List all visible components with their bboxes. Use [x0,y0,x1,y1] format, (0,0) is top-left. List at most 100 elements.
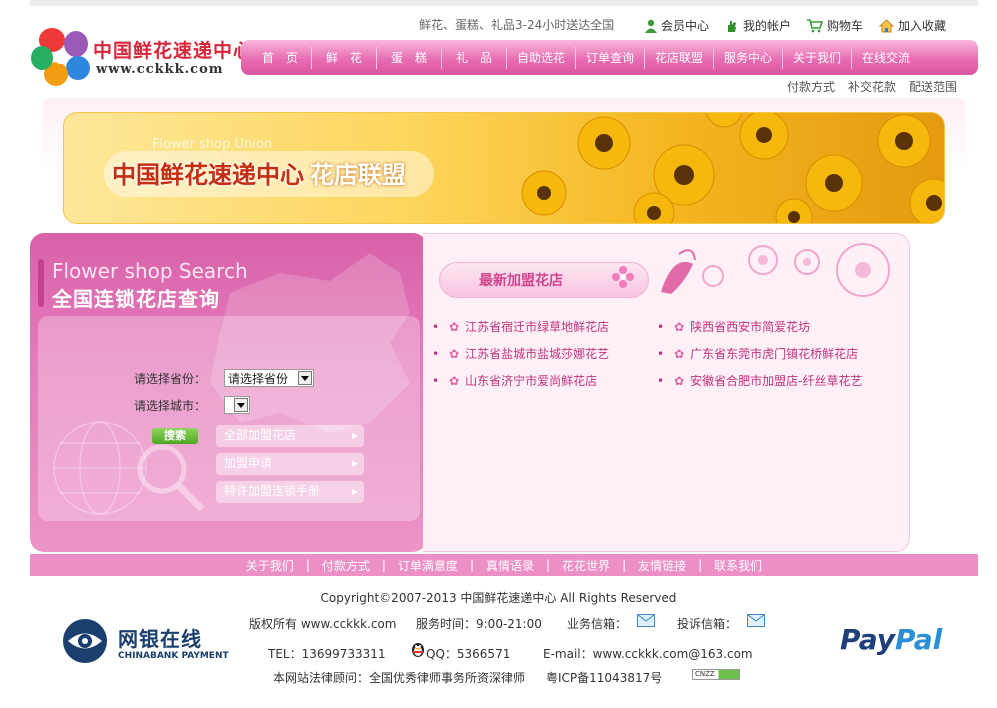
nav-cakes[interactable]: 蛋 糕 [377,47,441,69]
paypal-text-pal: Pal [895,623,943,656]
city-select[interactable] [224,396,250,414]
qq-penguin-icon[interactable] [410,641,426,657]
chinabank-text-cn: 网银在线 [118,627,202,651]
footer-friend-links[interactable]: 友情链接 [638,557,686,574]
footer-divider: | [469,558,474,572]
subnav-payment[interactable]: 付款方式 [787,78,835,95]
footer-about-us[interactable]: 关于我们 [246,557,294,574]
nav-service-center[interactable]: 服务中心 [714,47,782,69]
nav-home[interactable]: 首 页 [249,47,311,69]
join-application-link[interactable]: 加盟申请 [216,453,364,475]
member-shop-item[interactable]: • ✿ 山东省济宁市爱尚鲜花店 [432,372,597,389]
member-shop-item[interactable]: • ✿ 江苏省盐城市盐城莎娜花艺 [432,345,609,362]
nav-about-us[interactable]: 关于我们 [783,47,851,69]
copyright: Copyright©2007-2013 中国鲜花速递中心 All Rights … [320,591,677,605]
search-title-en: Flower shop Search [52,259,248,283]
cnzz-stats-badge[interactable]: CNZZ [692,669,740,680]
footer-nav: 关于我们 | 付款方式 | 订单满意度 | 真情语录 | 花花世界 | 友情链接 | 联系我… [30,554,978,576]
footer-divider: | [698,558,703,572]
member-shop-item[interactable]: • ✿ 江苏省宿迁市绿草地鲜花店 [432,318,609,335]
franchise-manual-link[interactable]: 特许加盟连锁手册 [216,481,364,503]
top-strip [30,0,978,6]
nav-order-query[interactable]: 订单查询 [576,47,644,69]
flower-bullet-icon: ✿ [449,347,460,361]
city-label: 请选择城市： [134,399,207,413]
service-hours: 服务时间：9:00-21:00 [416,617,542,631]
union-banner: Flower shop Union 中国鲜花速递中心 花店联盟 [63,112,945,224]
banner-title-en: Flower shop Union [152,137,273,152]
footer-flower-world[interactable]: 花花世界 [562,557,610,574]
bullet: • [432,320,440,334]
member-shop-name: 江苏省盐城市盐城莎娜花艺 [465,347,610,361]
main-nav: 首 页 鲜 花 蛋 糕 礼 品 自助选花 订单查询 花店联盟 服务中心 关于我们… [241,40,978,75]
add-favorite-link[interactable]: 加入收藏 [879,17,946,34]
banner-union: 花店联盟 [310,161,406,189]
footer-divider: | [546,558,551,572]
icp-number[interactable]: 粤ICP备11043817号 [546,669,662,686]
chevron-down-icon [298,371,312,385]
logo-text-en: www.cckkk.com [96,62,224,77]
complaint-mail-label: 投诉信箱： [677,617,738,631]
sub-nav: 付款方式 补交花款 配送范围 [787,78,957,95]
user-icon [645,19,657,33]
nav-gifts[interactable]: 礼 品 [442,47,506,69]
nav-diy-flowers[interactable]: 自助选花 [507,47,575,69]
subnav-delivery-range[interactable]: 配送范围 [909,78,957,95]
my-account-label: 我的帐户 [743,19,792,33]
cart-link[interactable]: 购物车 [807,17,863,34]
legal-advisor: 本网站法律顾问：全国优秀律师事务所资深律师 [273,671,526,685]
banner-title-cn: 中国鲜花速递中心 花店联盟 [112,155,406,190]
subnav-pay-balance[interactable]: 补交花款 [848,78,896,95]
mail-icon[interactable] [747,614,765,627]
bullet: • [657,320,665,334]
flower-icon [612,266,634,288]
cart-icon [807,18,824,32]
paypal-text-pay: Pay [840,623,896,656]
member-shop-item[interactable]: • ✿ 安徽省合肥市加盟店-纤丝草花艺 [657,372,862,389]
site-logo[interactable]: 中国鲜花速递中心 www.cckkk.com [30,26,252,88]
nav-online-chat[interactable]: 在线交流 [852,47,920,69]
all-member-shops-link[interactable]: 全部加盟花店 [216,425,364,447]
chinabank-eye-icon [63,619,107,663]
province-label: 请选择省份： [134,372,207,386]
footer-quotes[interactable]: 真情语录 [486,557,534,574]
banner-brand: 中国鲜花速递中心 [112,161,304,189]
chinabank-logo[interactable]: 网银在线 CHINABANK PAYMENT [62,618,229,666]
header-tagline: 鲜花、蛋糕、礼品3-24小时送达全国 [419,18,614,32]
logo-text-cn: 中国鲜花速递中心 [93,40,254,62]
top-links: 会员中心 我的帐户 购物车 加入收藏 [645,17,962,34]
chinabank-text-en: CHINABANK PAYMENT [118,651,229,661]
member-center-label: 会员中心 [661,19,710,33]
title-accent-bar [38,259,44,307]
member-shop-name: 陕西省西安市简爱花坊 [690,320,811,334]
footer-payment[interactable]: 付款方式 [322,557,370,574]
footer-order-satisfaction[interactable]: 订单满意度 [398,557,458,574]
province-select[interactable]: 请选择省份 [224,369,314,387]
members-title: 最新加盟花店 [479,273,563,289]
cart-label: 购物车 [827,19,864,33]
paypal-logo[interactable]: PayPal [840,623,942,656]
member-center-link[interactable]: 会员中心 [645,17,709,34]
province-select-value: 请选择省份 [228,371,289,386]
my-account-link[interactable]: 我的帐户 [725,17,791,34]
flower-bullet-icon: ✿ [449,374,460,388]
member-shop-item[interactable]: • ✿ 陕西省西安市简爱花坊 [657,318,810,335]
footer-divider: | [381,558,386,572]
mail-icon[interactable] [637,614,655,627]
new-members-panel: 最新加盟花店 • ✿ 江苏省宿迁市绿草地鲜花店 • ✿ 江苏省盐城市盐城莎娜花艺 • ✿ 山… [423,233,910,552]
member-shop-name: 广东省东莞市虎门镇花桥鲜花店 [690,347,859,361]
bullet: • [657,374,665,388]
business-mail-label: 业务信箱： [567,617,628,631]
chevron-down-icon [234,398,248,412]
member-shop-name: 江苏省宿迁市绿草地鲜花店 [465,320,610,334]
member-shop-item[interactable]: • ✿ 广东省东莞市虎门镇花桥鲜花店 [657,345,858,362]
footer-contact-us[interactable]: 联系我们 [714,557,762,574]
qq-number: QQ：5366571 [426,647,511,661]
nav-shop-union[interactable]: 花店联盟 [645,47,713,69]
member-shop-name: 安徽省合肥市加盟店-纤丝草花艺 [690,374,863,388]
home-icon [879,18,895,32]
shop-search-panel: Flower shop Search 全国连锁花店查询 请选择省份： 请选择省份… [30,233,427,552]
nav-flowers[interactable]: 鲜 花 [312,47,376,69]
search-button[interactable]: 搜索 [152,428,198,444]
flower-bullet-icon: ✿ [449,320,460,334]
